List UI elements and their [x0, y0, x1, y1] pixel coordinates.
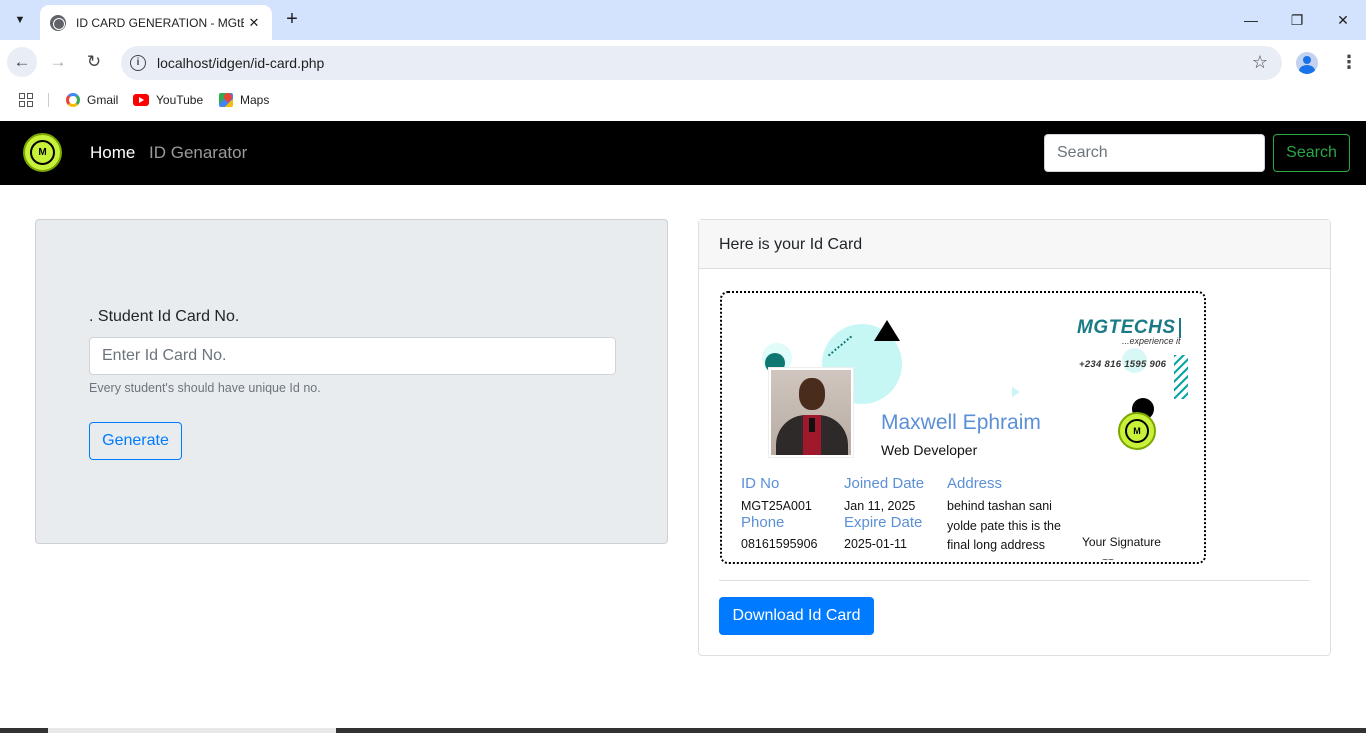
download-id-card-button[interactable]: Download Id Card [719, 597, 874, 635]
globe-icon [50, 14, 66, 31]
close-tab-icon[interactable]: ✕ [246, 15, 262, 31]
holder-photo [769, 368, 853, 457]
brand-cursor [1179, 318, 1181, 338]
browser-menu-icon[interactable]: ⋮ [1340, 52, 1358, 74]
logo-letter: M [30, 140, 55, 165]
url-text: localhost/idgen/id-card.php [157, 55, 325, 71]
youtube-icon [133, 94, 149, 106]
id-no-label: ID No [741, 475, 780, 492]
card-logo-letter: M [1125, 419, 1149, 443]
nav-link-id-generator[interactable]: ID Genarator [149, 143, 247, 163]
apps-grid-icon[interactable] [19, 93, 33, 107]
card-divider [719, 580, 1310, 581]
bookmarks-separator [48, 93, 49, 107]
id-no-value: MGT25A001 [741, 499, 812, 513]
joined-date-label: Joined Date [844, 475, 925, 492]
joined-date-value: Jan 11, 2025 [844, 499, 916, 513]
decor-triangle [1012, 387, 1020, 397]
card-brand-phone: +234 816 1595 906 [1079, 359, 1167, 370]
generate-button[interactable]: Generate [89, 422, 182, 460]
reload-icon[interactable]: ↻ [79, 47, 109, 77]
address-bar[interactable]: i localhost/idgen/id-card.php ☆ [121, 46, 1282, 80]
navbar-search-input[interactable] [1044, 134, 1265, 172]
back-arrow-icon[interactable]: ← [7, 47, 37, 77]
decor-stripes [1174, 355, 1188, 399]
profile-avatar-icon[interactable] [1296, 52, 1318, 74]
phone-value: 08161595906 [741, 537, 818, 551]
id-help-text: Every student's should have unique Id no… [89, 381, 321, 395]
decor-triangle [874, 320, 900, 341]
expire-date-label: Expire Date [844, 514, 923, 531]
id-card-no-input[interactable] [89, 337, 616, 375]
holder-name: Maxwell Ephraim [881, 411, 1041, 434]
minimize-icon[interactable]: — [1236, 8, 1266, 32]
new-tab-icon[interactable]: + [280, 8, 304, 32]
forward-arrow-icon[interactable]: → [43, 47, 73, 77]
navbar-search-button[interactable]: Search [1273, 134, 1350, 172]
card-logo: M [1118, 412, 1156, 450]
browser-tabstrip: ▼ ID CARD GENERATION - MGtECH ✕ + — ❐ ✕ [0, 0, 1366, 40]
bookmark-maps[interactable]: Maps [219, 92, 269, 108]
bookmark-star-icon[interactable]: ☆ [1252, 52, 1268, 73]
phone-label: Phone [741, 514, 785, 531]
brand-logo[interactable]: M [23, 133, 62, 172]
signature-mark: ~~ [1102, 555, 1114, 564]
bookmarks-bar [0, 86, 1366, 120]
holder-role: Web Developer [881, 442, 978, 458]
signature-label: Your Signature [1082, 535, 1161, 549]
close-window-icon[interactable]: ✕ [1328, 8, 1358, 32]
address-value: behind tashan sani yolde pate this is th… [947, 499, 1061, 552]
site-navbar: M Home ID Genarator Search [0, 121, 1366, 185]
bookmark-label: YouTube [156, 93, 204, 107]
bookmark-label: Maps [240, 93, 270, 107]
bookmark-youtube[interactable]: YouTube [133, 92, 203, 108]
site-info-icon[interactable]: i [130, 55, 146, 71]
id-form-panel: . Student Id Card No. Every student's sh… [35, 219, 668, 544]
bookmark-gmail[interactable]: Gmail [66, 92, 118, 108]
id-card: Maxwell Ephraim Web Developer MGTECHS ..… [720, 291, 1206, 564]
id-card-no-label: . Student Id Card No. [89, 308, 240, 325]
bookmark-label: Gmail [87, 93, 119, 107]
nav-link-home[interactable]: Home [90, 143, 135, 163]
id-card-panel: Here is your Id Card Maxwell Ephraim Web… [698, 219, 1331, 656]
expire-date-value: 2025-01-11 [844, 537, 908, 551]
browser-toolbar: ← → ↻ i localhost/idgen/id-card.php ☆ [0, 40, 1366, 86]
maps-icon [219, 93, 233, 107]
bottom-taskbar-edge [0, 728, 1366, 733]
tab-search-icon[interactable]: ▼ [8, 8, 32, 32]
address-label: Address [947, 475, 1003, 492]
tab-title: ID CARD GENERATION - MGtECH [76, 15, 244, 30]
browser-tab-active[interactable]: ID CARD GENERATION - MGtECH ✕ [40, 5, 272, 40]
google-icon [66, 93, 80, 107]
card-brand-tagline: ...experience it [1122, 336, 1181, 346]
restore-icon[interactable]: ❐ [1282, 8, 1312, 32]
card-panel-header: Here is your Id Card [699, 220, 1330, 269]
